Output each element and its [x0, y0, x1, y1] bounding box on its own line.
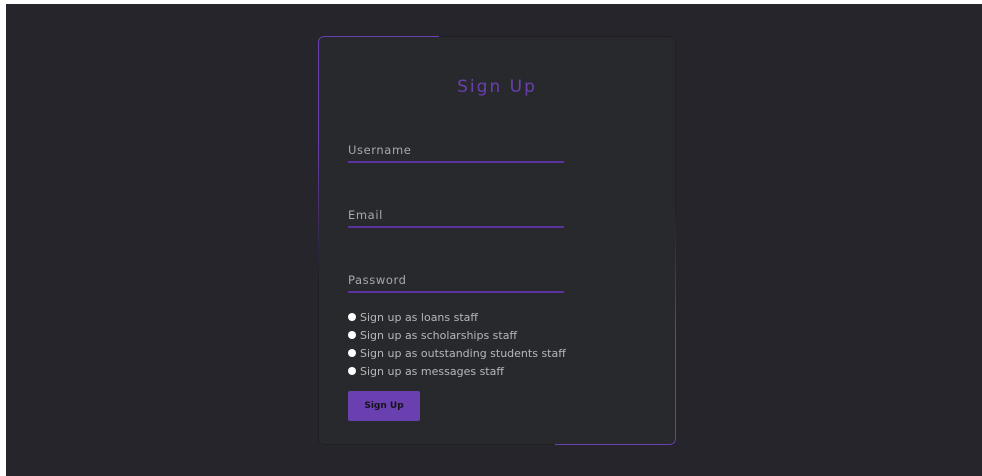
radio-button[interactable] — [348, 367, 356, 375]
page-background: Sign Up Sign up as loans staff Sign up a… — [6, 4, 982, 476]
role-option-scholarships[interactable]: Sign up as scholarships staff — [348, 326, 668, 344]
form-title: Sign Up — [457, 77, 537, 97]
radio-button[interactable] — [348, 313, 356, 321]
role-radio-group: Sign up as loans staff Sign up as schola… — [348, 308, 668, 380]
signup-card: Sign Up Sign up as loans staff Sign up a… — [318, 36, 676, 445]
radio-button[interactable] — [348, 349, 356, 357]
email-input[interactable] — [348, 204, 564, 226]
email-field — [348, 204, 564, 228]
role-option-label: Sign up as scholarships staff — [360, 328, 518, 342]
role-option-label: Sign up as outstanding students staff — [360, 346, 566, 360]
sign-up-button[interactable]: Sign Up — [348, 391, 420, 421]
role-option-label: Sign up as loans staff — [360, 310, 478, 324]
username-field — [348, 139, 564, 163]
username-input[interactable] — [348, 139, 564, 161]
password-field — [348, 269, 564, 293]
radio-button[interactable] — [348, 331, 356, 339]
role-option-label: Sign up as messages staff — [360, 364, 504, 378]
role-option-loans[interactable]: Sign up as loans staff — [348, 308, 668, 326]
role-option-messages[interactable]: Sign up as messages staff — [348, 362, 668, 380]
role-option-outstanding-students[interactable]: Sign up as outstanding students staff — [348, 344, 668, 362]
password-input[interactable] — [348, 269, 564, 291]
